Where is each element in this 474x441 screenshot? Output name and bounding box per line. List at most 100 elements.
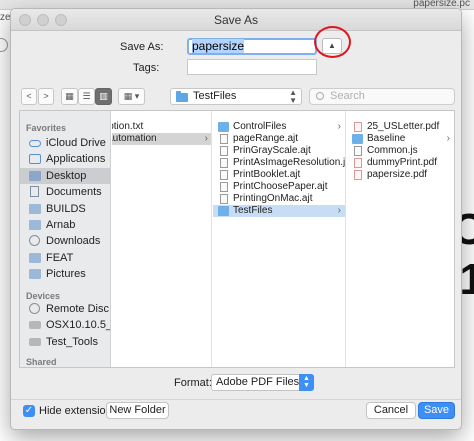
chevron-right-icon: > bbox=[43, 91, 49, 101]
chevron-right-icon: › bbox=[337, 205, 341, 216]
list-item[interactable]: PrintingOnMac.ajt bbox=[213, 193, 345, 205]
tags-label: Tags: bbox=[133, 62, 160, 74]
save-button[interactable]: Save bbox=[418, 402, 455, 419]
list-item[interactable]: PrinGrayScale.ajt bbox=[213, 145, 345, 157]
sidebar-header-favorites: Favorites bbox=[26, 123, 67, 133]
list-item[interactable]: PrintBooklet.ajt bbox=[213, 169, 345, 181]
sidebar-item-osx-volume[interactable]: OSX10.10.5_1... bbox=[20, 317, 110, 333]
filename-text: papersize bbox=[192, 39, 245, 53]
chevron-right-icon: › bbox=[204, 133, 208, 144]
list-item[interactable]: pageRange.ajt bbox=[213, 133, 345, 145]
back-button[interactable]: < bbox=[21, 88, 37, 105]
applications-icon bbox=[29, 154, 41, 164]
search-input[interactable]: Search bbox=[309, 88, 455, 105]
document-icon bbox=[220, 134, 228, 144]
filename-input[interactable]: papersize bbox=[187, 38, 317, 55]
sidebar-item-builds[interactable]: BUILDS bbox=[20, 201, 110, 217]
list-item[interactable]: Common.js bbox=[347, 145, 454, 157]
desktop-icon bbox=[29, 171, 41, 181]
chevron-left-icon: < bbox=[26, 91, 32, 101]
folder-icon bbox=[176, 91, 188, 102]
sidebar-item-remote-disc[interactable]: Remote Disc bbox=[20, 301, 110, 317]
sidebar-item-test-tools[interactable]: Test_Tools bbox=[20, 334, 110, 350]
dialog-titlebar: Save As bbox=[11, 9, 461, 31]
dialog-title: Save As bbox=[213, 13, 259, 27]
browser-column-3: 25_USLetter.pdf Baseline › Common.js dumm… bbox=[347, 111, 454, 367]
footer-divider bbox=[11, 399, 461, 400]
pictures-icon bbox=[29, 269, 41, 279]
document-icon bbox=[220, 182, 228, 192]
document-icon bbox=[220, 158, 228, 168]
sidebar-item-pictures[interactable]: Pictures bbox=[20, 266, 110, 282]
folder-icon bbox=[29, 220, 41, 230]
list-view-button[interactable]: ☰ bbox=[78, 88, 95, 105]
chevron-right-icon: › bbox=[337, 121, 341, 132]
red-annotation-circle bbox=[314, 26, 351, 58]
column-view-button[interactable]: ▥ bbox=[95, 88, 112, 105]
folder-icon bbox=[218, 122, 229, 132]
pdf-icon bbox=[354, 170, 362, 180]
current-folder-label: TestFiles bbox=[193, 90, 237, 102]
folder-icon bbox=[218, 206, 229, 216]
format-selected-value: Adobe PDF Files bbox=[216, 376, 300, 388]
list-item[interactable]: dummyPrint.pdf bbox=[347, 157, 454, 169]
browser-column-1: iption.txt Automation› bbox=[112, 111, 212, 367]
pdf-icon bbox=[354, 122, 362, 132]
list-item[interactable]: TestFiles › bbox=[213, 205, 345, 217]
list-item[interactable]: Automation› bbox=[112, 133, 211, 145]
cancel-button[interactable]: Cancel bbox=[366, 402, 416, 419]
documents-icon bbox=[30, 186, 39, 197]
sidebar-item-downloads[interactable]: Downloads bbox=[20, 233, 110, 249]
list-item[interactable]: iption.txt bbox=[112, 121, 211, 133]
list-icon: ☰ bbox=[82, 91, 91, 101]
gallery-view-button[interactable]: ▦ ▾ bbox=[118, 88, 145, 105]
disc-icon bbox=[29, 303, 40, 314]
folder-icon bbox=[29, 253, 41, 263]
file-browser: Favorites iCloud Drive Applications Desk… bbox=[19, 110, 455, 368]
drive-icon bbox=[29, 338, 41, 346]
sidebar-item-desktop[interactable]: Desktop bbox=[20, 168, 110, 184]
select-arrows-icon: ▲ ▼ bbox=[299, 374, 314, 391]
search-icon bbox=[316, 92, 324, 100]
list-item[interactable]: PrintChoosePaper.ajt bbox=[213, 181, 345, 193]
sidebar-header-devices: Devices bbox=[26, 291, 61, 301]
document-icon bbox=[220, 170, 228, 180]
sidebar-header-shared: Shared bbox=[26, 357, 57, 367]
tags-input[interactable] bbox=[187, 59, 317, 75]
gallery-icon: ▦ ▾ bbox=[123, 91, 140, 101]
format-select[interactable]: Adobe PDF Files ▲ ▼ bbox=[211, 374, 314, 391]
save-as-dialog: Save As Save As: papersize ▲ Tags: < > ▦… bbox=[10, 8, 462, 430]
sidebar-item-feat[interactable]: FEAT bbox=[20, 250, 110, 266]
list-item[interactable]: 25_USLetter.pdf bbox=[347, 121, 454, 133]
cloud-icon bbox=[29, 140, 41, 147]
list-item[interactable]: papersize.pdf bbox=[347, 169, 454, 181]
save-as-label: Save As: bbox=[120, 41, 164, 53]
checkmark-icon: ✓ bbox=[24, 405, 34, 416]
document-icon bbox=[220, 194, 228, 204]
sidebar-item-arnab[interactable]: Arnab bbox=[20, 217, 110, 233]
icon-view-button[interactable]: ▦ bbox=[61, 88, 78, 105]
new-folder-button[interactable]: New Folder bbox=[106, 402, 169, 419]
sidebar-item-documents[interactable]: Documents bbox=[20, 184, 110, 200]
folder-icon bbox=[29, 204, 41, 214]
pdf-icon bbox=[354, 158, 362, 168]
format-label: Format: bbox=[174, 377, 212, 389]
sidebar: Favorites iCloud Drive Applications Desk… bbox=[20, 111, 111, 367]
list-item[interactable]: PrintAsImageResolution.js.ajt bbox=[213, 157, 345, 169]
browser-column-2: ControlFiles › pageRange.ajt PrinGrayScal… bbox=[213, 111, 346, 367]
current-folder-popup[interactable]: TestFiles ▲ ▼ bbox=[170, 88, 302, 105]
popup-arrows-icon: ▲ ▼ bbox=[289, 88, 297, 105]
hide-extension-checkbox[interactable]: ✓ bbox=[23, 405, 35, 417]
sidebar-item-applications[interactable]: Applications bbox=[20, 151, 110, 167]
folder-icon bbox=[352, 134, 363, 144]
list-item[interactable]: ControlFiles › bbox=[213, 121, 345, 133]
list-item[interactable]: Baseline › bbox=[347, 133, 454, 145]
search-placeholder: Search bbox=[330, 90, 365, 102]
chevron-right-icon: › bbox=[446, 133, 450, 144]
drive-icon bbox=[29, 321, 41, 329]
sidebar-item-icloud-drive[interactable]: iCloud Drive bbox=[20, 135, 110, 151]
grid-icon: ▦ bbox=[65, 91, 74, 101]
forward-button[interactable]: > bbox=[38, 88, 54, 105]
downloads-icon bbox=[29, 235, 40, 246]
background-circle-icon bbox=[0, 38, 8, 52]
